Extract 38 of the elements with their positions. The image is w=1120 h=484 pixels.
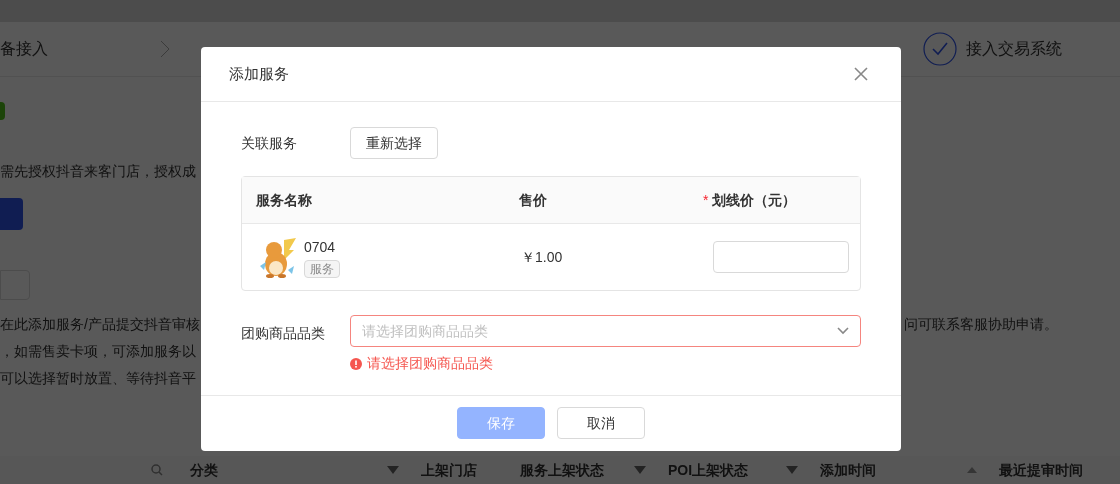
filter-icon[interactable] bbox=[387, 466, 399, 474]
reselect-button[interactable]: 重新选择 bbox=[350, 127, 438, 159]
field-label: 团购商品品类 bbox=[241, 324, 326, 343]
search-icon[interactable] bbox=[151, 464, 163, 476]
column-header: 最近提审时间 bbox=[999, 460, 1083, 480]
notice-text: ，如需售卖卡项，可添加服务以 bbox=[0, 342, 196, 359]
column-header: 上架门店 bbox=[421, 460, 477, 480]
column-header: 售价 bbox=[519, 190, 547, 210]
field-label: 关联服务 bbox=[241, 133, 298, 153]
column-header: POI上架状态 bbox=[668, 460, 749, 480]
service-tag: 服务 bbox=[304, 259, 340, 278]
authorize-button[interactable] bbox=[0, 198, 23, 230]
price-text: ￥1.00 bbox=[521, 248, 563, 265]
close-icon[interactable] bbox=[854, 67, 868, 81]
error-message: 请选择团购商品品类 bbox=[367, 354, 493, 373]
error-icon bbox=[350, 357, 362, 370]
notice-text: 问可联系客服协助申请。 bbox=[904, 315, 1058, 332]
notice-text: 可以选择暂时放置、等待抖音平 bbox=[0, 369, 196, 386]
auth-notice: 需先授权抖音来客门店，授权成 bbox=[0, 163, 196, 179]
service-name: 0704 bbox=[304, 237, 336, 257]
sort-up-icon[interactable] bbox=[967, 467, 977, 473]
required-marker: * bbox=[703, 190, 709, 210]
dialog-title: 添加服务 bbox=[229, 63, 289, 84]
status-tag bbox=[0, 102, 5, 120]
step-label: 接入交易系统 bbox=[966, 39, 1062, 59]
filter-icon[interactable] bbox=[634, 466, 646, 474]
column-header: 添加时间 bbox=[820, 460, 876, 480]
cancel-button[interactable]: 取消 bbox=[557, 407, 645, 439]
filter-icon[interactable] bbox=[786, 466, 798, 474]
column-header: 服务名称 bbox=[256, 190, 312, 210]
chevron-right-icon bbox=[160, 40, 170, 58]
step-label: 备接入 bbox=[0, 39, 48, 59]
strikethrough-price-input[interactable] bbox=[713, 241, 849, 273]
column-header: 分类 bbox=[190, 460, 218, 480]
column-header: 划线价（元） bbox=[712, 190, 797, 210]
notice-text: 在此添加服务/产品提交抖音审核 bbox=[0, 315, 200, 332]
chevron-down-icon bbox=[837, 327, 849, 335]
column-header: 服务上架状态 bbox=[520, 460, 604, 480]
